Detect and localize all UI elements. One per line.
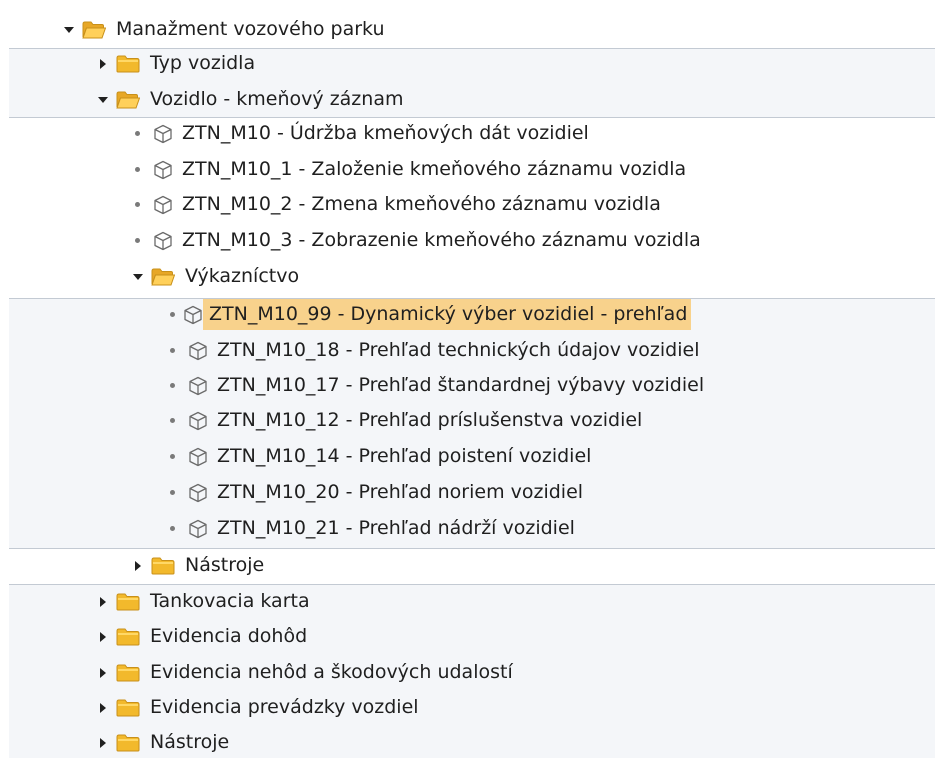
cube-icon	[188, 376, 208, 396]
cube-icon	[188, 411, 208, 431]
transaction-item[interactable]: ZTN_M10_17 - Prehľad štandardnej výbavy …	[166, 370, 708, 401]
triangle-down-icon[interactable]	[62, 24, 75, 36]
bullet-icon	[166, 451, 179, 463]
triangle-down-icon[interactable]	[131, 271, 144, 283]
triangle-right-icon[interactable]	[96, 631, 109, 643]
triangle-right-icon[interactable]	[96, 667, 109, 679]
tree-node-label: Manažment vozového parku	[116, 18, 385, 40]
tree-node-evidencia-prevadzky[interactable]: Evidencia prevádzky vozdiel	[96, 692, 423, 723]
transaction-label: ZTN_M10_14 - Prehľad poistení vozidiel	[217, 445, 592, 467]
triangle-right-icon[interactable]	[96, 702, 109, 714]
tree-node-evidencia-nehod[interactable]: Evidencia nehôd a škodových udalostí	[96, 657, 517, 688]
transaction-label: ZTN_M10_12 - Prehľad príslušenstva vozid…	[217, 409, 643, 431]
cube-icon	[153, 195, 173, 215]
tree-node-label: Evidencia nehôd a škodových udalostí	[150, 661, 513, 683]
cube-icon	[153, 160, 173, 180]
open-folder-icon	[82, 21, 106, 39]
bullet-icon	[166, 415, 179, 427]
tree-node-label: Výkazníctvo	[185, 265, 300, 287]
transaction-item-selected[interactable]: ZTN_M10_99 - Dynamický výber vozidiel - …	[166, 299, 692, 330]
tree-node-typ-vozidla[interactable]: Typ vozidla	[96, 48, 259, 79]
open-folder-icon	[116, 91, 140, 109]
cube-icon	[188, 341, 208, 361]
bullet-icon	[131, 164, 144, 176]
tree-node-label: Typ vozidla	[150, 52, 256, 74]
cube-icon	[153, 124, 173, 144]
transaction-label: ZTN_M10_21 - Prehľad nádrží vozidiel	[217, 517, 575, 539]
folder-icon	[151, 557, 175, 575]
tree-node-vozidlo[interactable]: Vozidlo - kmeňový záznam	[96, 84, 407, 115]
transaction-item[interactable]: ZTN_M10_21 - Prehľad nádrží vozidiel	[166, 513, 579, 544]
tree-node-label: Evidencia prevádzky vozdiel	[150, 696, 419, 718]
triangle-right-icon[interactable]	[96, 737, 109, 749]
transaction-label: ZTN_M10_3 - Zobrazenie kmeňového záznamu…	[182, 229, 701, 251]
open-folder-icon	[151, 268, 175, 286]
transaction-label: ZTN_M10 - Údržba kmeňových dát vozidiel	[182, 122, 589, 144]
bullet-icon	[166, 487, 179, 499]
tree-node-tankovacia-karta[interactable]: Tankovacia karta	[96, 586, 314, 617]
cube-icon	[188, 483, 208, 503]
triangle-right-icon[interactable]	[96, 596, 109, 608]
bullet-icon	[166, 523, 179, 535]
folder-icon	[116, 734, 140, 752]
folder-icon	[116, 664, 140, 682]
transaction-item[interactable]: ZTN_M10_1 - Založenie kmeňového záznamu …	[131, 154, 690, 185]
folder-icon	[116, 55, 140, 73]
bullet-icon	[166, 380, 179, 392]
transaction-label: ZTN_M10_99 - Dynamický výber vozidiel - …	[203, 299, 692, 330]
tree-node-label: Vozidlo - kmeňový záznam	[150, 88, 404, 110]
tree-node-nastroje[interactable]: Nástroje	[96, 727, 233, 758]
transaction-item[interactable]: ZTN_M10_12 - Prehľad príslušenstva vozid…	[166, 405, 646, 436]
cube-icon	[188, 447, 208, 467]
tree-node-root[interactable]: Manažment vozového parku	[62, 14, 389, 45]
triangle-right-icon[interactable]	[131, 560, 144, 572]
transaction-item[interactable]: ZTN_M10_20 - Prehľad noriem vozidiel	[166, 477, 587, 508]
tree-node-vykaznictvo[interactable]: Výkazníctvo	[131, 261, 303, 292]
navigation-tree: Manažment vozového parku Typ vozidla Voz…	[0, 0, 935, 758]
tree-node-label: Tankovacia karta	[150, 590, 310, 612]
separator	[9, 584, 935, 585]
tree-node-label: Evidencia dohôd	[150, 625, 308, 647]
bullet-icon	[166, 345, 179, 357]
folder-icon	[116, 593, 140, 611]
transaction-label: ZTN_M10_18 - Prehľad technických údajov …	[217, 339, 700, 361]
tree-node-nastroje-inner[interactable]: Nástroje	[131, 550, 268, 581]
cube-icon	[188, 519, 208, 539]
cube-icon	[183, 305, 203, 325]
transaction-label: ZTN_M10_1 - Založenie kmeňového záznamu …	[182, 158, 687, 180]
triangle-down-icon[interactable]	[96, 94, 109, 106]
bullet-icon	[131, 235, 144, 247]
transaction-item[interactable]: ZTN_M10_18 - Prehľad technických údajov …	[166, 335, 704, 366]
cube-icon	[153, 231, 173, 251]
bullet-icon	[131, 199, 144, 211]
folder-icon	[116, 628, 140, 646]
transaction-label: ZTN_M10_2 - Zmena kmeňového záznamu vozi…	[182, 193, 661, 215]
triangle-right-icon[interactable]	[96, 58, 109, 70]
transaction-label: ZTN_M10_17 - Prehľad štandardnej výbavy …	[217, 374, 705, 396]
transaction-label: ZTN_M10_20 - Prehľad noriem vozidiel	[217, 481, 584, 503]
separator	[9, 548, 935, 549]
tree-node-label: Nástroje	[150, 731, 230, 753]
transaction-item[interactable]: ZTN_M10_3 - Zobrazenie kmeňového záznamu…	[131, 225, 705, 256]
transaction-item[interactable]: ZTN_M10 - Údržba kmeňových dát vozidiel	[131, 118, 593, 149]
folder-icon	[116, 699, 140, 717]
transaction-item[interactable]: ZTN_M10_2 - Zmena kmeňového záznamu vozi…	[131, 189, 665, 220]
bullet-icon	[131, 128, 144, 140]
transaction-item[interactable]: ZTN_M10_14 - Prehľad poistení vozidiel	[166, 441, 595, 472]
bullet-icon	[166, 309, 179, 321]
tree-node-evidencia-dohod[interactable]: Evidencia dohôd	[96, 621, 311, 652]
tree-node-label: Nástroje	[185, 554, 265, 576]
